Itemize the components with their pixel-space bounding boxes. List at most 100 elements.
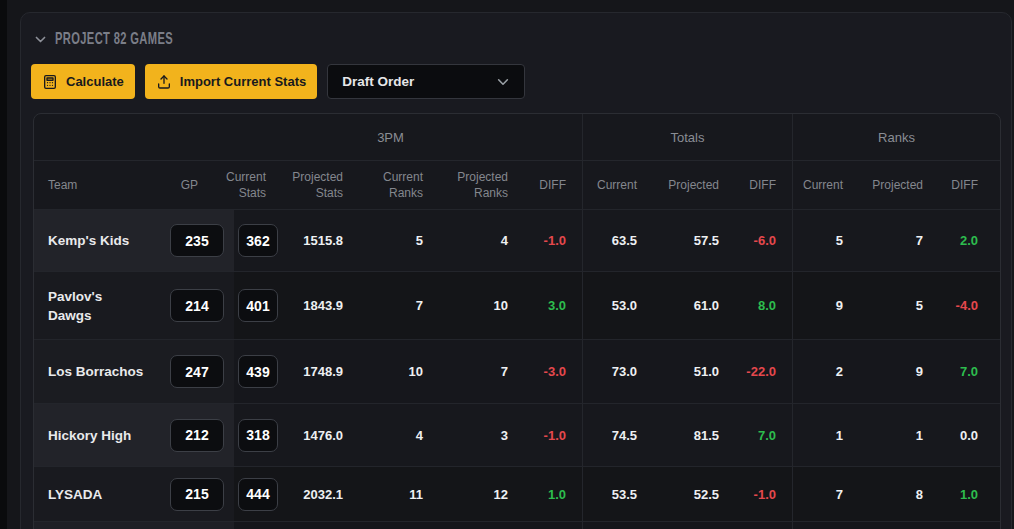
chevron-down-icon (496, 75, 510, 89)
totals-projected-value: 52.5 (653, 467, 735, 521)
ranks-diff-value (939, 522, 1000, 529)
diff-value (524, 522, 582, 529)
table-row: Los Borrachos 1748.9 10 7 -3.0 73.0 51.0… (34, 339, 1000, 403)
gp-input[interactable] (170, 355, 224, 388)
current-stats-input[interactable] (238, 224, 278, 257)
sort-order-value: Draft Order (342, 74, 414, 89)
ranks-projected-value: 5 (859, 272, 939, 339)
col-totals-current: Current (582, 161, 653, 209)
panel-title: PROJECT 82 GAMES (55, 30, 173, 49)
col-totals-projected: Projected (653, 161, 735, 209)
team-name: LYSADA (34, 467, 166, 521)
import-current-stats-button[interactable]: Import Current Stats (145, 64, 317, 99)
current-stats-cell (234, 210, 282, 271)
import-button-label: Import Current Stats (180, 74, 306, 89)
collapse-chevron-icon[interactable] (33, 32, 47, 46)
projected-stats-value: 2032.1 (282, 467, 359, 521)
totals-diff-value: -1.0 (735, 467, 792, 521)
gp-cell (166, 210, 234, 271)
gp-input[interactable] (170, 419, 224, 452)
ranks-current-value: 9 (792, 272, 859, 339)
col-projected-stats: Projected Stats (282, 161, 359, 209)
totals-current-value: 53.5 (582, 467, 653, 521)
diff-value: -1.0 (524, 404, 582, 466)
project-82-games-panel: PROJECT 82 GAMES Calculate Import Curren… (20, 12, 1012, 529)
projected-ranks-value: 3 (439, 404, 524, 466)
col-current-stats: Current Stats (234, 161, 282, 209)
current-stats-input[interactable] (238, 478, 278, 511)
calculate-button[interactable]: Calculate (31, 64, 135, 99)
table-row: Hickory High 1476.0 4 3 -1.0 74.5 81.5 7… (34, 403, 1000, 466)
ranks-projected-value: 9 (859, 340, 939, 403)
current-stats-input[interactable] (238, 419, 278, 452)
totals-current-value (582, 522, 653, 529)
totals-diff-value: -22.0 (735, 340, 792, 403)
current-ranks-value: 5 (359, 210, 439, 271)
sort-order-select[interactable]: Draft Order (327, 64, 525, 99)
totals-diff-value (735, 522, 792, 529)
col-totals-diff: DIFF (735, 161, 792, 209)
gp-input[interactable] (170, 289, 224, 322)
totals-current-value: 73.0 (582, 340, 653, 403)
table-row-partial (34, 521, 1000, 529)
diff-value: -1.0 (524, 210, 582, 271)
current-ranks-value: 7 (359, 272, 439, 339)
projected-stats-value: 1515.8 (282, 210, 359, 271)
col-ranks-current: Current (792, 161, 859, 209)
projected-ranks-value (439, 522, 524, 529)
current-stats-cell (234, 272, 282, 339)
ranks-current-value: 2 (792, 340, 859, 403)
totals-projected-value: 61.0 (653, 272, 735, 339)
current-ranks-value: 4 (359, 404, 439, 466)
table-body: Kemp's Kids 1515.8 5 4 -1.0 63.5 57.5 -6… (34, 209, 1000, 529)
table-column-header: Team GP Current Stats Projected Stats Cu… (34, 160, 1000, 209)
totals-projected-value: 81.5 (653, 404, 735, 466)
table-row: LYSADA 2032.1 11 12 1.0 53.5 52.5 -1.0 7… (34, 466, 1000, 521)
current-ranks-value: 11 (359, 467, 439, 521)
gp-cell (166, 340, 234, 403)
ranks-diff-value: 1.0 (939, 467, 1000, 521)
ranks-current-value: 1 (792, 404, 859, 466)
team-name: Hickory High (34, 404, 166, 466)
ranks-diff-value: 2.0 (939, 210, 1000, 271)
col-ranks-diff: DIFF (939, 161, 1000, 209)
ranks-current-value (792, 522, 859, 529)
stats-table: 3PM Totals Ranks Team GP Current Stats P… (33, 113, 1001, 529)
current-stats-input[interactable] (238, 289, 278, 322)
col-diff: DIFF (524, 161, 582, 209)
table-row: Kemp's Kids 1515.8 5 4 -1.0 63.5 57.5 -6… (34, 209, 1000, 271)
group-ranks: Ranks (792, 114, 1000, 160)
totals-projected-value (653, 522, 735, 529)
ranks-current-value: 7 (792, 467, 859, 521)
projected-ranks-value: 10 (439, 272, 524, 339)
totals-current-value: 53.0 (582, 272, 653, 339)
diff-value: 1.0 (524, 467, 582, 521)
current-stats-cell (234, 340, 282, 403)
col-current-ranks: Current Ranks (359, 161, 439, 209)
totals-current-value: 74.5 (582, 404, 653, 466)
totals-current-value: 63.5 (582, 210, 653, 271)
current-stats-cell (234, 404, 282, 466)
page-left-edge (0, 0, 7, 529)
current-ranks-value (359, 522, 439, 529)
diff-value: -3.0 (524, 340, 582, 403)
projected-stats-value: 1748.9 (282, 340, 359, 403)
projected-ranks-value: 12 (439, 467, 524, 521)
ranks-diff-value: 7.0 (939, 340, 1000, 403)
gp-cell (166, 522, 234, 529)
gp-input[interactable] (170, 478, 224, 511)
gp-input[interactable] (170, 224, 224, 257)
current-stats-cell (234, 467, 282, 521)
col-gp: GP (166, 161, 234, 209)
totals-diff-value: -6.0 (735, 210, 792, 271)
calculator-icon (42, 74, 58, 90)
calculate-button-label: Calculate (66, 74, 124, 89)
current-ranks-value: 10 (359, 340, 439, 403)
col-projected-ranks: Projected Ranks (439, 161, 524, 209)
diff-value: 3.0 (524, 272, 582, 339)
totals-projected-value: 51.0 (653, 340, 735, 403)
table-group-header: 3PM Totals Ranks (34, 114, 1000, 160)
current-stats-input[interactable] (238, 355, 278, 388)
group-3pm: 3PM (34, 114, 582, 160)
ranks-diff-value: -4.0 (939, 272, 1000, 339)
